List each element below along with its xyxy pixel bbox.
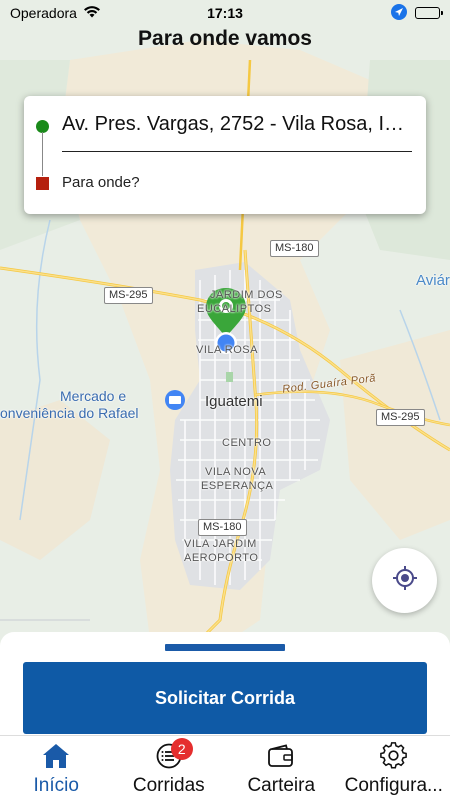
origin-address-field[interactable]: Av. Pres. Vargas, 2752 - Vila Rosa, Igua… [62, 113, 412, 152]
neighborhood-label-centro: CENTRO [222, 437, 272, 449]
highway-shield-ms295-right: MS-295 [376, 409, 425, 426]
tab-inicio[interactable]: Início [0, 736, 113, 800]
sheet-drag-handle[interactable] [165, 644, 285, 651]
wallet-icon [267, 742, 295, 770]
gear-icon [379, 742, 408, 770]
home-icon [42, 742, 70, 770]
bottom-sheet: Solicitar Corrida [0, 632, 450, 736]
map-label-aviar: Aviár [416, 272, 450, 289]
carrier-name: Operadora [10, 5, 77, 21]
neighborhood-label-vila-jardim: VILA JARDIM [184, 538, 257, 550]
gps-crosshair-icon [391, 564, 419, 597]
tab-label-configuracoes: Configura... [344, 775, 443, 796]
route-connector-line [42, 132, 43, 176]
destination-square-icon [36, 177, 49, 190]
highway-shield-ms295-left: MS-295 [104, 287, 153, 304]
highway-shield-ms180-bottom: MS-180 [198, 519, 247, 536]
neighborhood-label-eucaliptos: EUCALIPTOS [197, 303, 272, 315]
destination-field[interactable]: Para onde? [62, 174, 140, 191]
neighborhood-label-jardim: JARDIM DOS [210, 289, 283, 301]
shopping-cart-icon[interactable] [165, 390, 185, 410]
neighborhood-label-esperanca: ESPERANÇA [201, 480, 274, 492]
my-location-button[interactable] [372, 548, 437, 613]
poi-label-mercado[interactable]: Mercado e onveniência do Rafael [0, 388, 160, 422]
rides-count-badge: 2 [170, 738, 193, 760]
tab-carteira[interactable]: Carteira [225, 736, 338, 800]
town-label: Iguatemi [205, 393, 263, 410]
page-title: Para onde vamos [138, 27, 312, 50]
neighborhood-label-vila-rosa: VILA ROSA [196, 344, 258, 356]
location-arrow-icon [391, 3, 407, 23]
status-bar: Operadora 17:13 [0, 0, 450, 26]
list-icon: 2 [155, 738, 193, 770]
neighborhood-label-vila-nova: VILA NOVA [205, 466, 267, 478]
wifi-icon [83, 5, 101, 21]
tab-label-inicio: Início [33, 775, 79, 796]
highway-shield-ms180-top: MS-180 [270, 240, 319, 257]
route-card: Av. Pres. Vargas, 2752 - Vila Rosa, Igua… [24, 96, 426, 214]
tab-bar: Início 2 Corridas Carteira Configura... [0, 735, 450, 800]
request-ride-button[interactable]: Solicitar Corrida [23, 662, 427, 734]
tab-configuracoes[interactable]: Configura... [338, 736, 450, 800]
tab-label-corridas: Corridas [132, 775, 205, 796]
neighborhood-label-aeroporto: AEROPORTO [184, 552, 259, 564]
tab-label-carteira: Carteira [247, 775, 316, 796]
battery-icon [415, 7, 443, 19]
tab-corridas[interactable]: 2 Corridas [113, 736, 226, 800]
